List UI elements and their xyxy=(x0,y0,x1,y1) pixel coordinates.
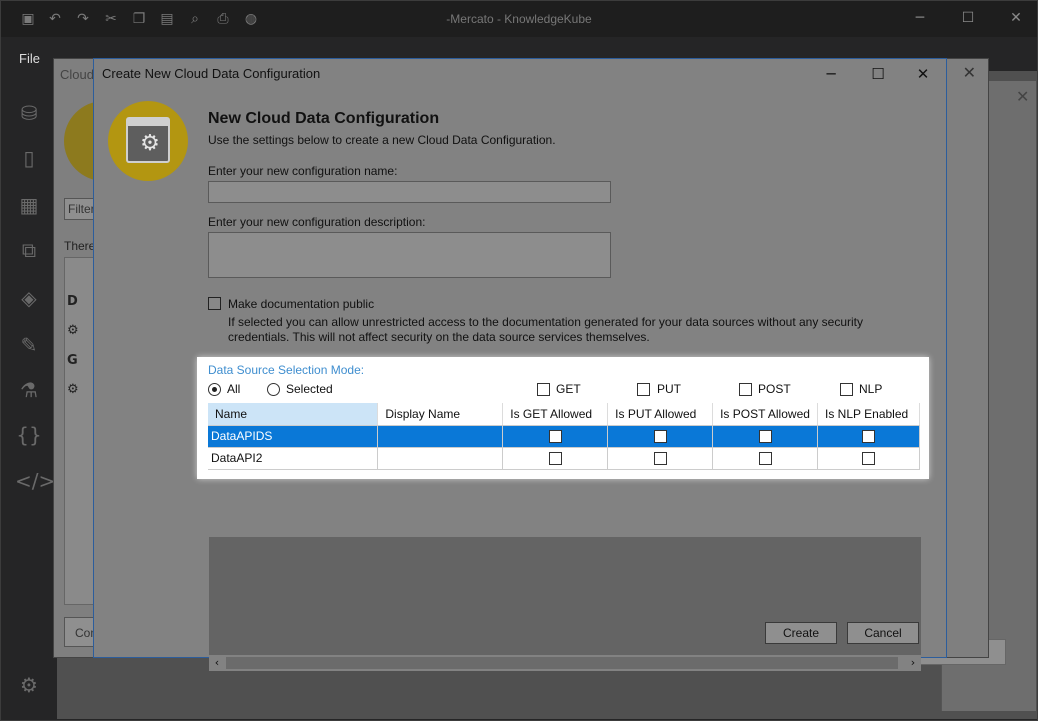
dialog-titlebar: Create New Cloud Data Configuration ─ ☐ … xyxy=(94,59,946,89)
sidebar: ⛁ ▯ ▦ ⧉ ◈ ✎ ⚗ {} </> ⚙ xyxy=(1,91,57,721)
column-header[interactable]: Is GET Allowed xyxy=(502,403,609,426)
dialog-title: Create New Cloud Data Configuration xyxy=(102,66,321,81)
config-description-label: Enter your new configuration description… xyxy=(208,215,426,229)
settings-icon[interactable]: ⚙ xyxy=(15,671,43,699)
config-description-input[interactable] xyxy=(208,232,611,278)
filter-get-checkbox[interactable] xyxy=(537,383,550,396)
get-allowed-checkbox[interactable] xyxy=(548,452,562,466)
flask-icon[interactable]: ⚗ xyxy=(15,376,43,404)
gear-icon: ⚙ xyxy=(67,323,79,338)
dialog-heading: New Cloud Data Configuration xyxy=(208,110,440,127)
background-there-label: There xyxy=(64,239,96,253)
mode-selected-radio[interactable] xyxy=(267,383,280,396)
background-group-row[interactable]: D xyxy=(67,294,78,309)
menu-file[interactable]: File xyxy=(19,51,40,66)
scroll-right-icon[interactable]: › xyxy=(905,655,921,671)
filter-nlp-label: NLP xyxy=(859,382,883,396)
cell-get xyxy=(502,425,609,448)
config-name-label: Enter your new configuration name: xyxy=(208,164,398,178)
dialog-close-icon[interactable]: ✕ xyxy=(908,62,938,86)
dialog-minimize-icon[interactable]: ─ xyxy=(816,62,846,86)
document-icon[interactable]: ▯ xyxy=(15,144,43,172)
app-title: -Mercato - KnowledgeKube xyxy=(446,12,592,26)
cell-nlp xyxy=(817,425,920,448)
cell-get xyxy=(502,447,609,470)
gear-icon: ⚙ xyxy=(67,382,79,397)
column-header[interactable]: Is PUT Allowed xyxy=(607,403,714,426)
web-settings-icon: ⚙ xyxy=(126,117,170,163)
filter-post-checkbox[interactable] xyxy=(739,383,752,396)
cell-name[interactable]: DataAPIDS xyxy=(208,425,379,448)
filter-get-label: GET xyxy=(556,382,581,396)
calendar-icon[interactable]: ▦ xyxy=(15,191,43,219)
background-window-close-icon[interactable]: ✕ xyxy=(963,63,976,82)
cell-put xyxy=(607,425,714,448)
maximize-icon[interactable]: ☐ xyxy=(953,7,983,29)
filter-put-checkbox[interactable] xyxy=(637,383,650,396)
background-group-row[interactable]: G xyxy=(67,353,78,368)
app-window: ▣ ↶ ↷ ✂ ❐ ▤ ⌕ ⎙ ◍ -Mercato - KnowledgeKu… xyxy=(0,0,1038,721)
make-public-description: If selected you can allow unrestricted a… xyxy=(228,315,864,344)
put-allowed-checkbox[interactable] xyxy=(653,430,667,444)
cube-icon[interactable]: ◈ xyxy=(15,284,43,312)
data-source-selection-panel: Data Source Selection Mode: All Selected… xyxy=(197,357,929,479)
cell-post xyxy=(712,447,819,470)
filter-put-label: PUT xyxy=(657,382,681,396)
cell-display-name[interactable] xyxy=(377,425,504,448)
post-allowed-checkbox[interactable] xyxy=(758,430,772,444)
cell-display-name[interactable] xyxy=(377,447,504,470)
column-header[interactable]: Is NLP Enabled xyxy=(817,403,920,426)
lookup-icon[interactable]: ⧉ xyxy=(15,236,43,264)
grid-header-row: Name Display Name Is GET Allowed Is PUT … xyxy=(208,403,920,426)
cell-nlp xyxy=(817,447,920,470)
create-button[interactable]: Create xyxy=(765,622,837,644)
database-icon[interactable]: ⛁ xyxy=(15,99,43,127)
mode-all-radio[interactable] xyxy=(208,383,221,396)
get-allowed-checkbox[interactable] xyxy=(548,430,562,444)
grid-horizontal-scrollbar[interactable]: ‹ › xyxy=(209,655,921,671)
config-name-input[interactable] xyxy=(208,181,611,203)
dialog-subheading: Use the settings below to create a new C… xyxy=(208,133,556,147)
make-public-checkbox[interactable] xyxy=(208,297,221,310)
cell-name[interactable]: DataAPI2 xyxy=(208,447,379,470)
cloud-config-logo: ⚙ xyxy=(108,101,188,181)
scrollbar-thumb[interactable] xyxy=(226,657,898,669)
braces-icon[interactable]: {} xyxy=(15,421,43,449)
minimize-icon[interactable]: ─ xyxy=(905,7,935,29)
column-header[interactable]: Is POST Allowed xyxy=(712,403,819,426)
column-header[interactable]: Name xyxy=(208,403,379,426)
cell-post xyxy=(712,425,819,448)
make-public-label: Make documentation public xyxy=(228,297,375,311)
background-window-title: Cloud xyxy=(60,67,94,82)
pin-icon[interactable]: ✎ xyxy=(15,331,43,359)
mode-all-label: All xyxy=(227,382,241,396)
code-icon[interactable]: </> xyxy=(15,467,55,495)
scroll-left-icon[interactable]: ‹ xyxy=(209,655,225,671)
table-row[interactable]: DataAPIDS xyxy=(208,425,920,448)
filter-post-label: POST xyxy=(758,382,791,396)
cell-put xyxy=(607,447,714,470)
filter-nlp-checkbox[interactable] xyxy=(840,383,853,396)
selection-mode-label: Data Source Selection Mode: xyxy=(208,363,365,377)
data-source-grid: Name Display Name Is GET Allowed Is PUT … xyxy=(208,403,920,470)
nlp-enabled-checkbox[interactable] xyxy=(862,452,875,466)
cancel-button[interactable]: Cancel xyxy=(847,622,919,644)
background-close-icon[interactable]: ✕ xyxy=(1016,87,1029,106)
post-allowed-checkbox[interactable] xyxy=(758,452,772,466)
table-row[interactable]: DataAPI2 xyxy=(208,447,920,470)
mode-selected-label: Selected xyxy=(286,382,333,396)
nlp-enabled-checkbox[interactable] xyxy=(862,430,875,444)
dialog-maximize-icon[interactable]: ☐ xyxy=(863,62,893,86)
close-icon[interactable]: ✕ xyxy=(1001,7,1031,29)
put-allowed-checkbox[interactable] xyxy=(653,452,667,466)
column-header[interactable]: Display Name xyxy=(377,403,504,426)
app-titlebar: ▣ ↶ ↷ ✂ ❐ ▤ ⌕ ⎙ ◍ -Mercato - KnowledgeKu… xyxy=(1,1,1037,37)
